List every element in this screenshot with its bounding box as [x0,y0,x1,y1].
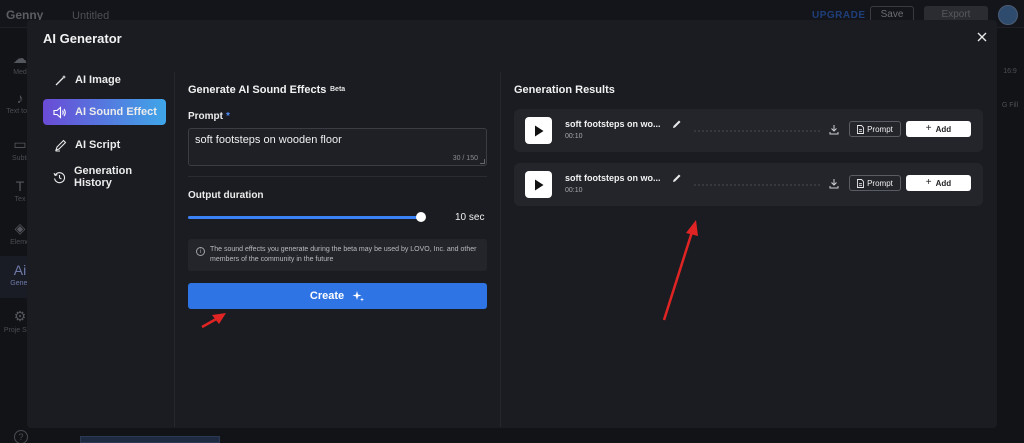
create-button[interactable]: Create [188,283,487,309]
create-button-label: Create [309,290,345,302]
result-duration: 00:10 [565,133,583,140]
beta-notice-text: The sound effects you generate during th… [210,246,477,263]
duration-value: 10 sec [455,212,485,223]
close-button[interactable] [971,26,993,48]
sparkle-icon [352,290,365,301]
beta-notice: i The sound effects you generate during … [188,239,487,271]
results-divider [500,72,501,427]
menu-ai-image[interactable]: AI Image [43,67,166,93]
play-icon [534,125,543,136]
play-icon [534,179,543,190]
modal-title: AI Generator [43,31,122,46]
aspect-ratio-label[interactable]: 16:9 [996,68,1024,75]
result-duration: 00:10 [565,187,583,194]
history-icon [53,170,66,184]
section-divider [188,176,487,177]
magic-wand-icon [53,73,67,87]
duration-slider-thumb[interactable] [416,212,426,222]
result-name: soft footsteps on wo... [565,119,661,129]
results-title: Generation Results [514,84,615,96]
play-button[interactable] [525,171,552,198]
duration-slider[interactable] [188,212,426,222]
help-icon[interactable]: ? [14,430,28,443]
avatar[interactable] [998,5,1018,25]
result-item: soft footsteps on wo... 00:10 Prompt + A… [514,163,983,206]
ai-generator-modal: AI Generator AI Image AI Sound Effect AI… [27,20,997,428]
play-button[interactable] [525,117,552,144]
download-icon[interactable] [829,178,839,189]
menu-generation-history[interactable]: Generation History [43,164,166,190]
prompt-button[interactable]: Prompt [849,121,901,137]
download-icon[interactable] [829,124,839,135]
pen-icon [53,138,67,152]
prompt-label: Prompt * [188,111,230,122]
duration-slider-fill [188,216,421,219]
add-button[interactable]: + Add [906,121,971,137]
close-icon [977,32,987,42]
info-icon: i [196,247,205,256]
beta-badge: Beta [330,86,346,93]
app-right-panel: 16:9 G Fill [996,28,1024,443]
fill-label[interactable]: G Fill [996,102,1024,109]
waveform[interactable] [694,130,822,132]
resize-handle[interactable] [480,159,485,164]
menu-ai-script[interactable]: AI Script [43,132,166,158]
edit-icon[interactable] [672,119,682,129]
document-icon [857,178,865,188]
edit-icon[interactable] [672,173,682,183]
speaker-icon [53,105,67,119]
char-counter: 30 / 150 [452,155,478,162]
plus-icon: + [925,123,932,134]
prompt-input-value[interactable]: soft footsteps on wooden floor [195,134,342,146]
waveform[interactable] [694,184,822,186]
prompt-button[interactable]: Prompt [849,175,901,191]
menu-divider [174,72,175,427]
prompt-input[interactable]: soft footsteps on wooden floor 30 / 150 [188,128,487,166]
document-icon [857,124,865,134]
plus-icon: + [925,177,932,188]
result-item: soft footsteps on wo... 00:10 Prompt + A… [514,109,983,152]
add-button[interactable]: + Add [906,175,971,191]
menu-ai-sound-effect[interactable]: AI Sound Effect [43,99,166,125]
timeline-clip[interactable] [80,436,220,443]
result-name: soft footsteps on wo... [565,173,661,183]
duration-label: Output duration [188,190,264,201]
generator-title: Generate AI Sound Effects [188,84,327,96]
